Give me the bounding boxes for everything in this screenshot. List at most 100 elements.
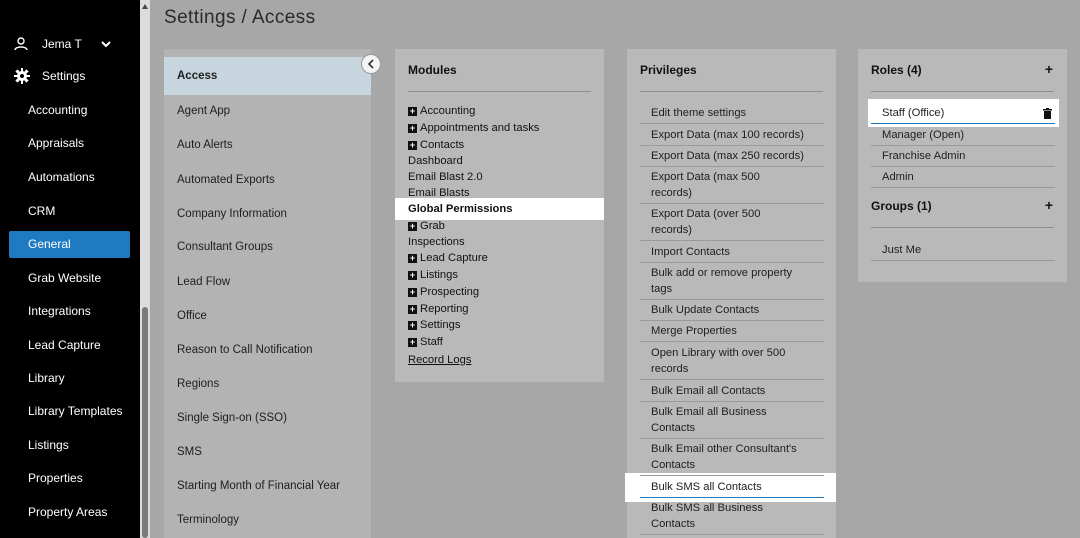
settings-menu-item-company-information[interactable]: Company Information — [164, 208, 371, 220]
expand-plus-icon[interactable]: + — [408, 107, 417, 116]
user-menu[interactable]: Jema T — [14, 37, 112, 51]
expand-plus-icon[interactable]: + — [408, 254, 417, 263]
role-label: Franchise Admin — [882, 150, 966, 162]
role-item[interactable]: Staff (Office) — [871, 105, 1055, 124]
settings-menu-item-consultant-groups[interactable]: Consultant Groups — [164, 241, 371, 253]
privilege-item[interactable]: Bulk SMS all Business Contacts — [640, 500, 824, 535]
role-item[interactable]: Franchise Admin — [871, 148, 1055, 167]
expand-plus-icon[interactable]: + — [408, 222, 417, 231]
module-item-settings[interactable]: + Settings — [408, 319, 460, 332]
privilege-item[interactable]: Bulk Email all Business Contacts — [640, 404, 824, 439]
module-label: Prospecting — [420, 286, 480, 298]
privilege-item[interactable]: Open Library with over 500 records — [640, 345, 824, 380]
privilege-item[interactable]: Bulk Email other Consultant's Contacts — [640, 441, 824, 476]
expand-plus-icon[interactable]: + — [408, 321, 417, 330]
trash-icon[interactable] — [1043, 108, 1052, 119]
divider — [871, 91, 1054, 92]
gear-icon — [14, 68, 30, 84]
group-label: Just Me — [882, 244, 922, 256]
module-item-accounting[interactable]: + Accounting — [408, 105, 475, 118]
settings-menu-item-terminology[interactable]: Terminology — [164, 514, 371, 526]
settings-menu-item-access[interactable]: Access — [164, 57, 371, 95]
module-item-inspections[interactable]: Inspections — [408, 236, 465, 249]
nav-item-grab-website[interactable]: Grab Website — [28, 271, 101, 285]
scroll-up-arrow-icon[interactable] — [142, 4, 148, 9]
chevron-left-icon — [367, 59, 374, 69]
divider — [640, 91, 823, 92]
expand-plus-icon[interactable]: + — [408, 288, 417, 297]
module-item-email-blast-2-0[interactable]: Email Blast 2.0 — [408, 171, 483, 184]
privilege-item[interactable]: Export Data (max 500 records) — [640, 169, 824, 204]
role-item[interactable]: Admin — [871, 169, 1055, 188]
group-item[interactable]: Just Me — [871, 242, 1055, 261]
privilege-item[interactable]: Import Contacts — [640, 244, 824, 263]
nav-item-appraisals[interactable]: Appraisals — [28, 136, 84, 150]
nav-item-library-templates[interactable]: Library Templates — [28, 404, 123, 418]
privilege-item[interactable]: Bulk Email all Contacts — [640, 383, 824, 402]
module-item-dashboard[interactable]: Dashboard — [408, 155, 463, 168]
privilege-item[interactable]: Merge Properties — [640, 323, 824, 342]
nav-item-accounting[interactable]: Accounting — [28, 103, 87, 117]
privilege-item[interactable]: Edit theme settings — [640, 105, 824, 124]
nav-item-listings[interactable]: Listings — [28, 438, 69, 452]
nav-item-lead-capture[interactable]: Lead Capture — [28, 338, 101, 352]
privilege-label-line: Bulk add or remove property — [651, 267, 793, 279]
privilege-item[interactable]: Bulk Update Contacts — [640, 302, 824, 321]
add-role-button[interactable]: + — [1045, 61, 1053, 77]
module-item-listings[interactable]: + Listings — [408, 269, 458, 282]
add-group-button[interactable]: + — [1045, 197, 1053, 213]
nav-item-library[interactable]: Library — [28, 371, 65, 385]
role-label: Manager (Open) — [882, 129, 965, 141]
settings-menu-item-sms[interactable]: SMS — [164, 446, 371, 458]
privilege-item[interactable]: Export Data (max 250 records) — [640, 148, 824, 167]
expand-plus-icon[interactable]: + — [408, 141, 417, 150]
privilege-item[interactable]: Export Data (over 500 records) — [640, 206, 824, 241]
settings-menu-item-financial-year[interactable]: Starting Month of Financial Year — [164, 480, 371, 492]
settings-menu-item-office[interactable]: Office — [164, 310, 371, 322]
privilege-label-line: Edit theme settings — [651, 107, 747, 119]
module-item-prospecting[interactable]: + Prospecting — [408, 286, 479, 299]
collapse-menu-button[interactable] — [361, 54, 381, 74]
privilege-item[interactable]: Bulk SMS all Contacts — [640, 479, 824, 498]
privilege-item[interactable]: Export Data (max 100 records) — [640, 127, 824, 146]
module-item-record-logs[interactable]: Record Logs — [408, 354, 471, 367]
module-item-appointments-and-tasks[interactable]: + Appointments and tasks — [408, 122, 539, 135]
settings-menu-item-sso[interactable]: Single Sign-on (SSO) — [164, 412, 371, 424]
nav-item-properties[interactable]: Properties — [28, 471, 83, 485]
scrollbar-thumb[interactable] — [142, 307, 148, 538]
module-item-lead-capture[interactable]: + Lead Capture — [408, 252, 488, 265]
divider — [871, 227, 1054, 228]
module-item-reporting[interactable]: + Reporting — [408, 303, 469, 316]
privilege-label-line: Open Library with over 500 — [651, 347, 786, 359]
chevron-down-icon — [101, 41, 111, 48]
nav-item-integrations[interactable]: Integrations — [28, 304, 91, 318]
settings-menu-item-lead-flow[interactable]: Lead Flow — [164, 276, 371, 288]
module-item-contacts[interactable]: + Contacts — [408, 139, 464, 152]
role-item[interactable]: Manager (Open) — [871, 127, 1055, 146]
settings-menu-item-reason-to-call[interactable]: Reason to Call Notification — [164, 344, 371, 356]
expand-plus-icon[interactable]: + — [408, 338, 417, 347]
nav-item-property-areas[interactable]: Property Areas — [28, 505, 107, 519]
module-item-email-blasts[interactable]: Email Blasts — [408, 187, 470, 200]
nav-scrollbar[interactable] — [140, 0, 150, 538]
settings-menu-item-agent-app[interactable]: Agent App — [164, 105, 371, 117]
module-label: Grab — [420, 220, 445, 232]
expand-plus-icon[interactable]: + — [408, 124, 417, 133]
settings-menu-item-auto-alerts[interactable]: Auto Alerts — [164, 139, 371, 151]
privilege-item[interactable]: Bulk add or remove property tags — [640, 265, 824, 300]
module-item-global-permissions[interactable]: Global Permissions — [408, 203, 512, 216]
expand-plus-icon[interactable]: + — [408, 305, 417, 314]
settings-menu-item-automated-exports[interactable]: Automated Exports — [164, 174, 371, 186]
module-item-staff[interactable]: + Staff — [408, 336, 443, 349]
settings-menu-item-regions[interactable]: Regions — [164, 378, 371, 390]
left-navigation: Jema T Settings Accounting Appraisals Au… — [0, 0, 140, 538]
nav-item-crm[interactable]: CRM — [28, 204, 55, 218]
module-label: Record Logs — [408, 354, 472, 366]
privilege-label-line: Contacts — [651, 459, 696, 471]
nav-item-automations[interactable]: Automations — [28, 170, 95, 184]
settings-nav-header[interactable]: Settings — [14, 68, 85, 84]
expand-plus-icon[interactable]: + — [408, 271, 417, 280]
privilege-label-line: Bulk SMS all Business — [651, 502, 763, 514]
nav-item-general[interactable]: General — [9, 231, 130, 258]
module-item-grab[interactable]: + Grab — [408, 220, 445, 233]
